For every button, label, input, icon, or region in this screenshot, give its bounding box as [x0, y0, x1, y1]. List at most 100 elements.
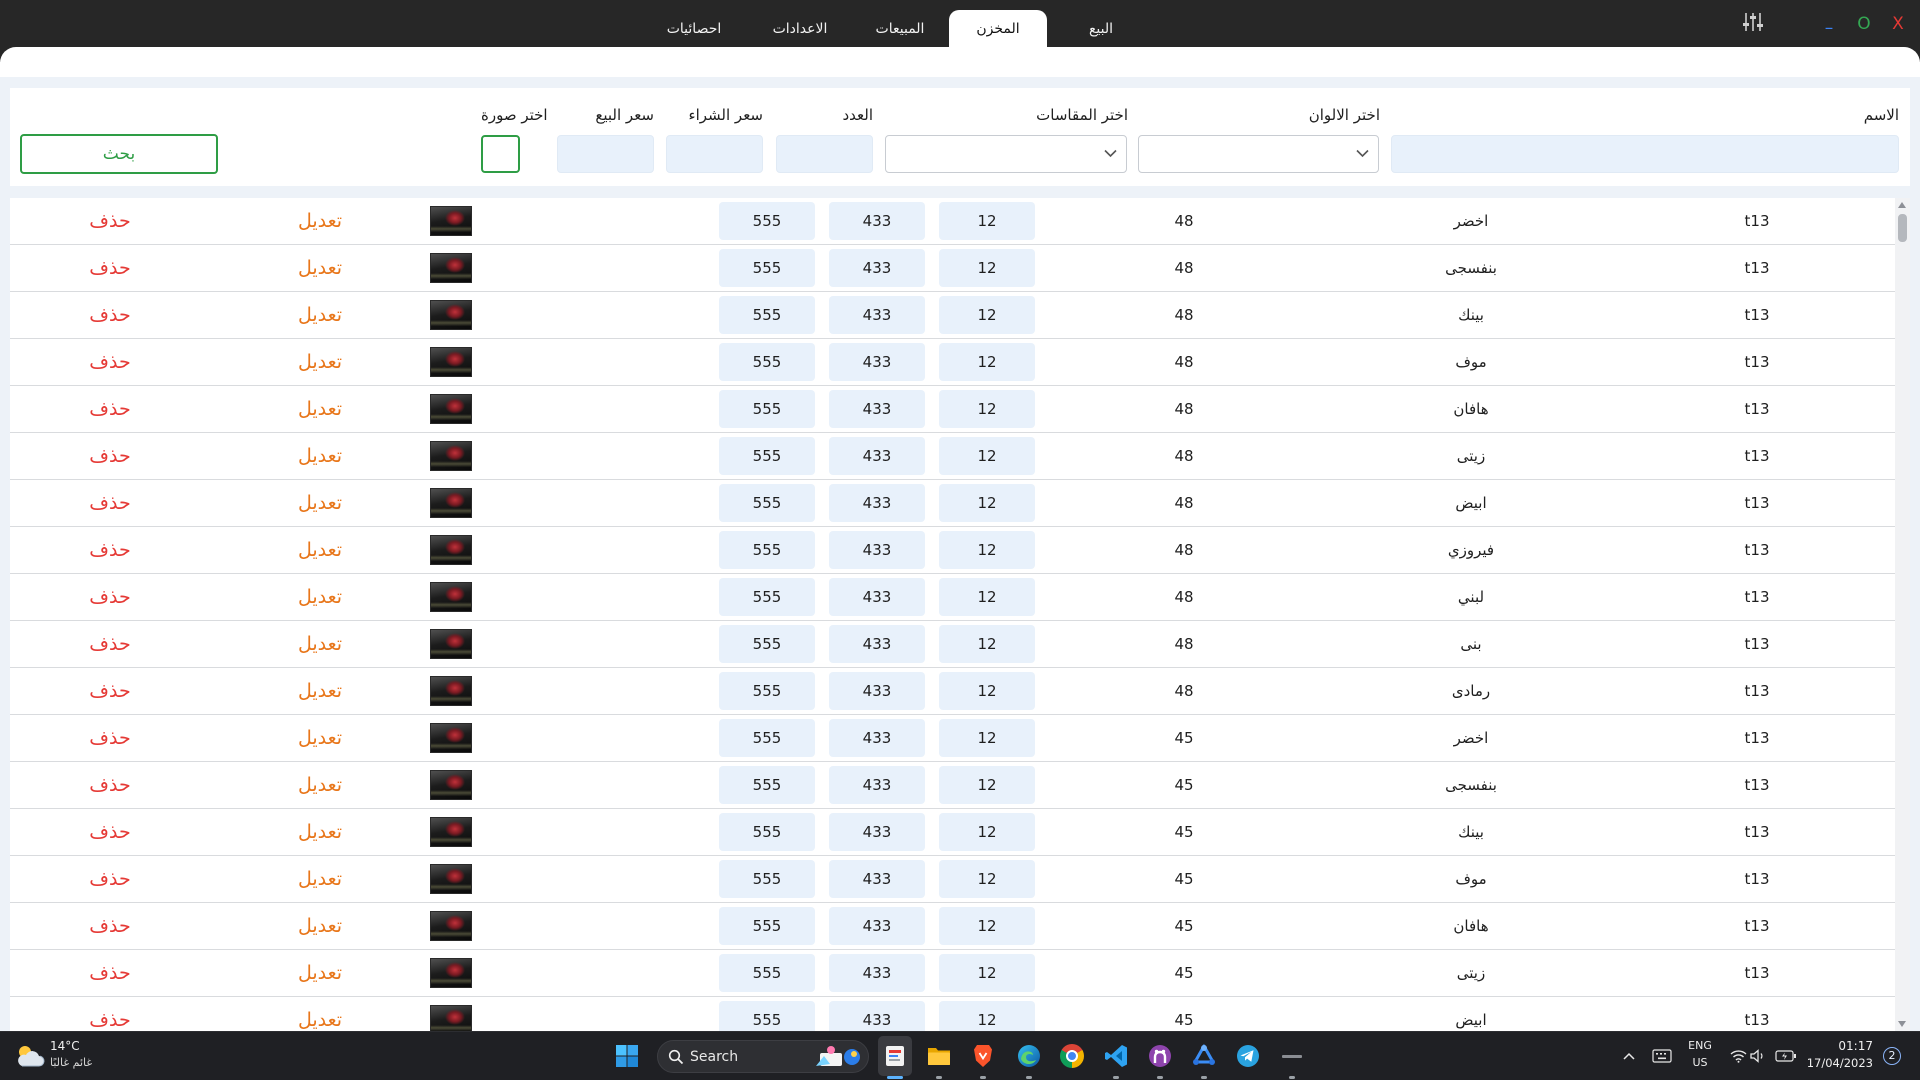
maximize-button[interactable]: O [1853, 12, 1875, 36]
delete-button[interactable]: حذف [70, 386, 150, 432]
delete-button[interactable]: حذف [70, 574, 150, 620]
item-count-cell: 12 [939, 860, 1035, 898]
item-color-cell: ابيض [1455, 1011, 1487, 1029]
keyboard-icon[interactable] [1652, 1049, 1672, 1063]
item-color-cell: بنفسجى [1445, 776, 1497, 794]
delete-button[interactable]: حذف [70, 245, 150, 291]
sell-price-input[interactable] [557, 135, 654, 173]
vscode-icon[interactable] [1103, 1043, 1129, 1069]
delete-button[interactable]: حذف [70, 339, 150, 385]
delete-button[interactable]: حذف [70, 668, 150, 714]
edit-button[interactable]: تعديل [270, 950, 370, 996]
chrome-icon[interactable] [1060, 1044, 1084, 1068]
delete-button[interactable]: حذف [70, 480, 150, 526]
colors-select[interactable] [1138, 135, 1379, 173]
clock-time[interactable]: 01:17 [1793, 1038, 1873, 1054]
delete-button[interactable]: حذف [70, 903, 150, 949]
item-color-cell: رمادى [1451, 682, 1491, 700]
github-desktop-icon[interactable] [1147, 1043, 1173, 1069]
table-scrollbar[interactable] [1895, 198, 1910, 1031]
item-size-cell: 45 [1174, 917, 1194, 935]
product-form: الاسم اختر الالوان اختر المقاسات العدد س… [10, 88, 1910, 186]
sizes-select[interactable] [885, 135, 1127, 173]
edit-button[interactable]: تعديل [270, 527, 370, 573]
taskbar-search[interactable]: Search [657, 1040, 869, 1073]
volume-icon[interactable] [1750, 1049, 1766, 1063]
weather-temperature[interactable]: 14°C [50, 1038, 80, 1054]
tab-statistics[interactable]: احصائيات [644, 10, 744, 48]
product-image-thumbnail [430, 817, 472, 847]
notification-badge[interactable]: 2 [1883, 1047, 1901, 1065]
item-buy-price-cell: 433 [829, 343, 925, 381]
delete-button[interactable]: حذف [70, 621, 150, 667]
edit-button[interactable]: تعديل [270, 997, 370, 1031]
close-button[interactable]: X [1887, 12, 1909, 36]
edit-button[interactable]: تعديل [270, 245, 370, 291]
edit-button[interactable]: تعديل [270, 903, 370, 949]
edit-button[interactable]: تعديل [270, 433, 370, 479]
brave-icon[interactable] [970, 1043, 996, 1069]
delete-button[interactable]: حذف [70, 198, 150, 244]
tab-sales[interactable]: المبيعات [850, 10, 950, 48]
product-image-thumbnail [430, 253, 472, 283]
minimized-app-icon[interactable] [1282, 1055, 1302, 1058]
search-button[interactable]: بحث [20, 134, 218, 174]
item-sell-price-cell: 555 [719, 625, 815, 663]
edit-button[interactable]: تعديل [270, 668, 370, 714]
file-explorer-icon[interactable] [926, 1043, 952, 1069]
partly-cloudy-icon[interactable] [13, 1042, 45, 1070]
table-row: t13 ابيض 45 12 433 555 تعديل حذف [10, 997, 1895, 1031]
item-sell-price-cell: 555 [719, 954, 815, 992]
item-buy-price-cell: 433 [829, 531, 925, 569]
delete-button[interactable]: حذف [70, 433, 150, 479]
delete-button[interactable]: حذف [70, 950, 150, 996]
edit-button[interactable]: تعديل [270, 762, 370, 808]
wifi-icon[interactable] [1730, 1049, 1747, 1063]
input-region[interactable]: US [1680, 1055, 1720, 1071]
tab-inventory[interactable]: المخزن [949, 10, 1047, 48]
edit-button[interactable]: تعديل [270, 621, 370, 667]
input-language[interactable]: ENG [1680, 1038, 1720, 1054]
delete-button[interactable]: حذف [70, 809, 150, 855]
edit-button[interactable]: تعديل [270, 480, 370, 526]
image-picker-button[interactable] [481, 135, 520, 173]
running-app-icon[interactable] [882, 1043, 908, 1069]
sliders-icon[interactable] [1742, 12, 1764, 32]
edit-button[interactable]: تعديل [270, 856, 370, 902]
clock-date[interactable]: 17/04/2023 [1793, 1055, 1873, 1071]
item-buy-price-cell: 433 [829, 954, 925, 992]
item-name-cell: t13 [1744, 400, 1770, 418]
delete-button[interactable]: حذف [70, 856, 150, 902]
edit-button[interactable]: تعديل [270, 339, 370, 385]
delete-button[interactable]: حذف [70, 715, 150, 761]
blue-app-icon[interactable] [1191, 1043, 1217, 1069]
buy-price-input[interactable] [666, 135, 763, 173]
start-icon[interactable] [615, 1044, 639, 1068]
edit-button[interactable]: تعديل [270, 809, 370, 855]
delete-button[interactable]: حذف [70, 292, 150, 338]
scroll-down-icon[interactable] [1898, 1021, 1906, 1027]
name-input[interactable] [1391, 135, 1899, 173]
scrollbar-thumb[interactable] [1898, 214, 1907, 242]
edge-icon[interactable] [1016, 1043, 1042, 1069]
edit-button[interactable]: تعديل [270, 574, 370, 620]
item-count-cell: 12 [939, 813, 1035, 851]
scroll-up-icon[interactable] [1898, 202, 1906, 208]
edit-button[interactable]: تعديل [270, 198, 370, 244]
item-sell-price-cell: 555 [719, 531, 815, 569]
chevron-up-icon[interactable] [1623, 1052, 1635, 1060]
weather-condition[interactable]: غائم غالبًا [50, 1055, 92, 1071]
tab-sell[interactable]: البيع [1051, 10, 1151, 48]
delete-button[interactable]: حذف [70, 997, 150, 1031]
edit-button[interactable]: تعديل [270, 386, 370, 432]
edit-button[interactable]: تعديل [270, 292, 370, 338]
delete-button[interactable]: حذف [70, 762, 150, 808]
count-input[interactable] [776, 135, 873, 173]
minimize-button[interactable]: – [1818, 16, 1840, 40]
edit-button[interactable]: تعديل [270, 715, 370, 761]
tab-settings[interactable]: الاعدادات [750, 10, 850, 48]
telegram-icon[interactable] [1235, 1043, 1261, 1069]
delete-button[interactable]: حذف [70, 527, 150, 573]
item-count-cell: 12 [939, 672, 1035, 710]
item-buy-price-cell: 433 [829, 484, 925, 522]
